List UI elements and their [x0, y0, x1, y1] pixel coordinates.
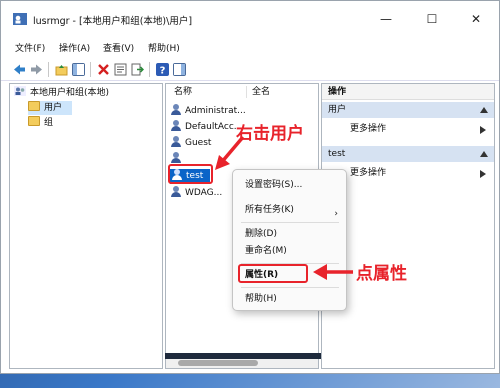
more-actions-test[interactable]: 更多操作	[350, 166, 386, 180]
user-row-administrator[interactable]: Administrat...	[170, 104, 246, 119]
folder-icon	[28, 116, 40, 126]
menu-action[interactable]: 操作(A)	[59, 41, 90, 54]
tree-root-label: 本地用户和组(本地)	[30, 88, 110, 98]
collapse-icon[interactable]	[480, 151, 488, 157]
column-separator[interactable]	[246, 86, 247, 98]
ctx-help[interactable]: 帮助(H)	[245, 292, 277, 306]
user-icon	[170, 152, 182, 163]
actions-group-users[interactable]: 用户	[322, 102, 494, 118]
menu-help[interactable]: 帮助(H)	[148, 41, 180, 54]
chevron-right-icon: ›	[334, 209, 338, 219]
toolbar-separator	[48, 62, 49, 77]
app-icon	[13, 13, 27, 25]
show-action-pane-icon[interactable]	[173, 63, 186, 76]
user-name: WDAG...	[185, 188, 223, 198]
user-row-guest[interactable]: Guest	[170, 136, 211, 151]
toolbar-separator	[90, 62, 91, 77]
tree-pane: 本地用户和组(本地) 用户 组	[9, 83, 163, 369]
window-title: lusrmgr - [本地用户和组(本地)\用户]	[33, 16, 193, 27]
more-actions-label: 更多操作	[350, 168, 387, 178]
back-icon[interactable]	[13, 63, 26, 76]
user-name: Administrat...	[185, 106, 246, 116]
actions-group-label: test	[328, 149, 346, 159]
submenu-arrow-icon	[480, 170, 486, 178]
column-header-fullname[interactable]: 全名	[252, 84, 270, 100]
annotation-right-click: 右击用户	[236, 124, 304, 144]
delete-icon[interactable]	[97, 63, 110, 76]
menu-file[interactable]: 文件(F)	[15, 41, 45, 54]
more-actions-users[interactable]: 更多操作	[350, 122, 386, 136]
properties-icon[interactable]	[114, 63, 127, 76]
annotation-properties: 点属性	[356, 264, 407, 284]
toolbar: ?	[1, 57, 499, 81]
maximize-button[interactable]: ☐	[409, 7, 455, 31]
actions-group-label: 用户	[328, 105, 347, 115]
show-tree-icon[interactable]	[72, 63, 85, 76]
ctx-delete[interactable]: 删除(D)	[245, 227, 277, 241]
submenu-arrow-icon	[480, 126, 486, 134]
user-icon	[170, 120, 182, 131]
close-button[interactable]: ✕	[453, 7, 499, 31]
actions-title: 操作	[322, 84, 494, 100]
context-menu: 设置密码(S)... 所有任务(K) › 删除(D) 重命名(M) 属性(R) …	[232, 169, 347, 311]
user-icon	[170, 104, 182, 115]
lusrmgr-window: lusrmgr - [本地用户和组(本地)\用户] — ☐ ✕ 文件(F) 操作…	[0, 0, 500, 374]
highlight-box-test	[168, 164, 213, 184]
user-row-wdag[interactable]: WDAG...	[170, 186, 222, 201]
taskbar-strip	[165, 353, 321, 359]
actions-group-test[interactable]: test	[322, 146, 494, 162]
ctx-rename[interactable]: 重命名(M)	[245, 244, 287, 258]
user-icon	[170, 186, 182, 197]
menu-view[interactable]: 查看(V)	[103, 41, 134, 54]
actions-pane: 操作 用户 更多操作 test 更多操作	[321, 83, 495, 369]
scrollbar-thumb[interactable]	[178, 360, 258, 366]
computer-users-icon	[14, 86, 26, 96]
tree-item-users[interactable]: 用户	[28, 101, 73, 115]
folder-icon	[28, 101, 40, 111]
tree-item-label: 用户	[44, 103, 63, 113]
more-actions-label: 更多操作	[350, 124, 387, 134]
minimize-button[interactable]: —	[363, 7, 409, 31]
column-header-name[interactable]: 名称	[174, 84, 192, 100]
ctx-set-password[interactable]: 设置密码(S)...	[245, 178, 302, 192]
tree-item-groups[interactable]: 组	[28, 116, 53, 130]
tree-item-label: 组	[44, 118, 54, 128]
help-icon[interactable]: ?	[156, 63, 169, 76]
ctx-all-tasks[interactable]: 所有任务(K)	[245, 203, 294, 217]
tree-root[interactable]: 本地用户和组(本地)	[14, 86, 109, 100]
export-list-icon[interactable]	[131, 63, 144, 76]
toolbar-separator	[149, 62, 150, 77]
user-icon	[170, 136, 182, 147]
user-name: Guest	[185, 138, 212, 148]
collapse-icon[interactable]	[480, 107, 488, 113]
highlight-box-properties	[238, 264, 308, 283]
menu-divider	[241, 287, 339, 288]
svg-text:?: ?	[160, 66, 166, 77]
menu-bar: 文件(F) 操作(A) 查看(V) 帮助(H)	[1, 37, 499, 55]
arrow-to-properties-icon	[313, 264, 353, 280]
up-folder-icon[interactable]	[55, 63, 68, 76]
menu-divider	[241, 222, 339, 223]
user-name: DefaultAcc...	[185, 122, 243, 132]
title-bar: lusrmgr - [本地用户和组(本地)\用户] — ☐ ✕	[1, 1, 499, 35]
forward-icon[interactable]	[30, 63, 43, 76]
